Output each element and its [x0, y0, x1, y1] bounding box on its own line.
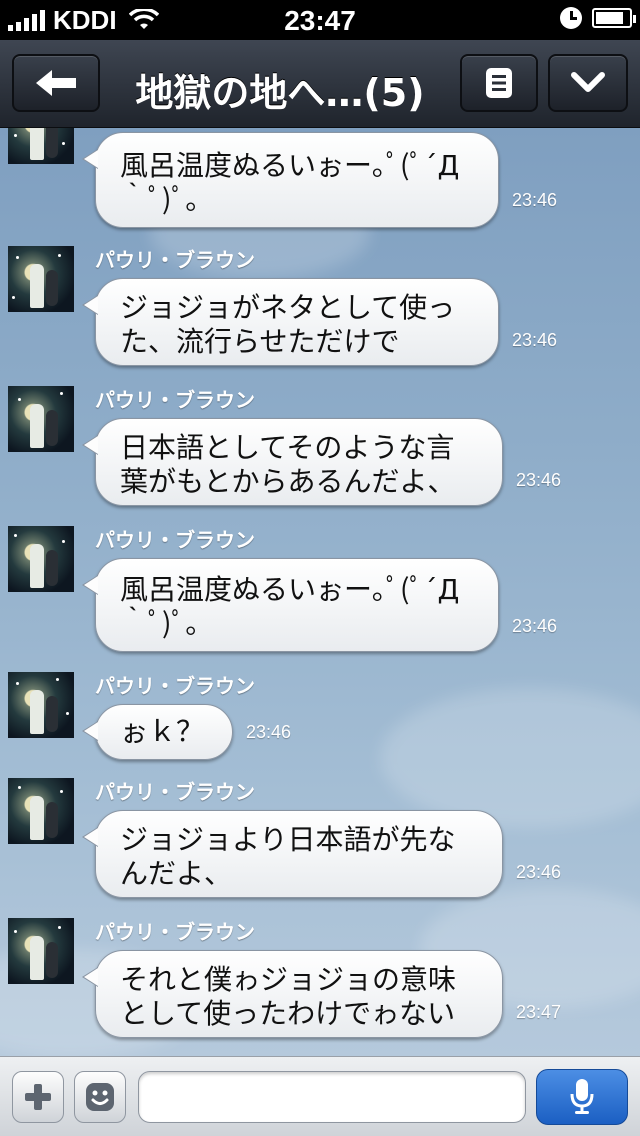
smiley-icon — [86, 1083, 114, 1111]
sender-name: パウリ・ブラウン — [95, 528, 255, 552]
back-button[interactable] — [12, 54, 100, 112]
message-line: として使ったわけでゎない — [120, 997, 456, 1030]
message-line: んだよ、 — [120, 857, 233, 890]
message-line: 風呂温度ぬるいぉー｡ﾟ(ﾟ´Д — [120, 149, 460, 182]
message-time: 23:46 — [512, 190, 558, 210]
battery-icon — [592, 8, 636, 28]
input-bar — [0, 1056, 640, 1136]
message-time: 23:46 — [512, 330, 558, 350]
avatar[interactable] — [8, 778, 74, 844]
message-bubble[interactable]: ぉｋ？ — [82, 704, 233, 760]
message-line: 日本語としてそのような言 — [120, 431, 455, 464]
message-time: 23:46 — [516, 470, 562, 490]
nav-bar: 地獄の地へ…(5) — [0, 40, 640, 128]
sender-name: パウリ・ブラウン — [95, 674, 255, 698]
chat-area[interactable]: 風呂温度ぬるいぉー｡ﾟ(ﾟ´Д ｀ﾟ)ﾟ｡ 23:46 パウリ・ブラウン ジョジ… — [0, 128, 640, 1056]
sender-name: パウリ・ブラウン — [95, 248, 255, 272]
chat-title: 地獄の地へ…(5) — [135, 71, 425, 115]
avatar[interactable] — [8, 246, 74, 312]
plus-icon — [25, 1084, 51, 1110]
sender-name: パウリ・ブラウン — [95, 780, 255, 804]
message-bubble[interactable]: ジョジョがネタとして使っ た、流行らせただけで — [82, 278, 499, 366]
message-line: た、流行らせただけで — [120, 325, 400, 358]
message-line: ジョジョがネタとして使っ — [120, 291, 456, 324]
back-arrow-icon — [36, 70, 76, 96]
voice-button[interactable] — [536, 1069, 628, 1125]
message-time: 23:47 — [516, 1002, 562, 1022]
message-line: 葉がもとからあるんだよ、 — [120, 465, 456, 498]
sender-name: パウリ・ブラウン — [95, 388, 255, 412]
chevron-down-icon — [571, 72, 605, 92]
alarm-clock-icon — [560, 7, 582, 29]
avatar[interactable] — [8, 526, 74, 592]
message-line: ジョジョより日本語が先な — [120, 823, 456, 856]
avatar[interactable] — [8, 386, 74, 452]
attach-button[interactable] — [12, 1071, 64, 1123]
dropdown-button[interactable] — [548, 54, 628, 112]
list-icon — [486, 68, 512, 98]
message-bubble[interactable]: 風呂温度ぬるいぉー｡ﾟ(ﾟ´Д ｀ﾟ)ﾟ｡ — [82, 132, 499, 228]
message-item: 風呂温度ぬるいぉー｡ﾟ(ﾟ´Д ｀ﾟ)ﾟ｡ 23:46 — [0, 128, 640, 228]
avatar[interactable] — [8, 128, 74, 164]
message-line: ｀ﾟ)ﾟ｡ — [120, 183, 200, 216]
message-bubble[interactable]: 風呂温度ぬるいぉー｡ﾟ(ﾟ´Д ｀ﾟ)ﾟ｡ — [82, 558, 499, 652]
message-bubble[interactable]: それと僕ゎジョジョの意味 として使ったわけでゎない — [82, 950, 503, 1038]
microphone-icon — [570, 1079, 594, 1114]
message-bubble[interactable]: ジョジョより日本語が先な んだよ、 — [82, 810, 503, 898]
sender-name: パウリ・ブラウン — [95, 920, 255, 944]
message-time: 23:46 — [516, 862, 562, 882]
avatar[interactable] — [8, 918, 74, 984]
message-time: 23:46 — [246, 722, 292, 742]
status-bar: KDDI 23:47 — [0, 0, 640, 40]
status-time: 23:47 — [284, 5, 356, 36]
message-bubble[interactable]: 日本語としてそのような言 葉がもとからあるんだよ、 — [82, 418, 503, 506]
message-line: ぉｋ？ — [120, 715, 205, 748]
message-input[interactable] — [138, 1071, 526, 1123]
message-line: ｀ﾟ)ﾟ｡ — [120, 607, 200, 640]
message-line: 風呂温度ぬるいぉー｡ﾟ(ﾟ´Д — [120, 573, 460, 606]
emoji-button[interactable] — [74, 1071, 126, 1123]
message-line: それと僕ゎジョジョの意味 — [120, 963, 457, 996]
message-time: 23:46 — [512, 616, 558, 636]
menu-button[interactable] — [460, 54, 538, 112]
avatar[interactable] — [8, 672, 74, 738]
